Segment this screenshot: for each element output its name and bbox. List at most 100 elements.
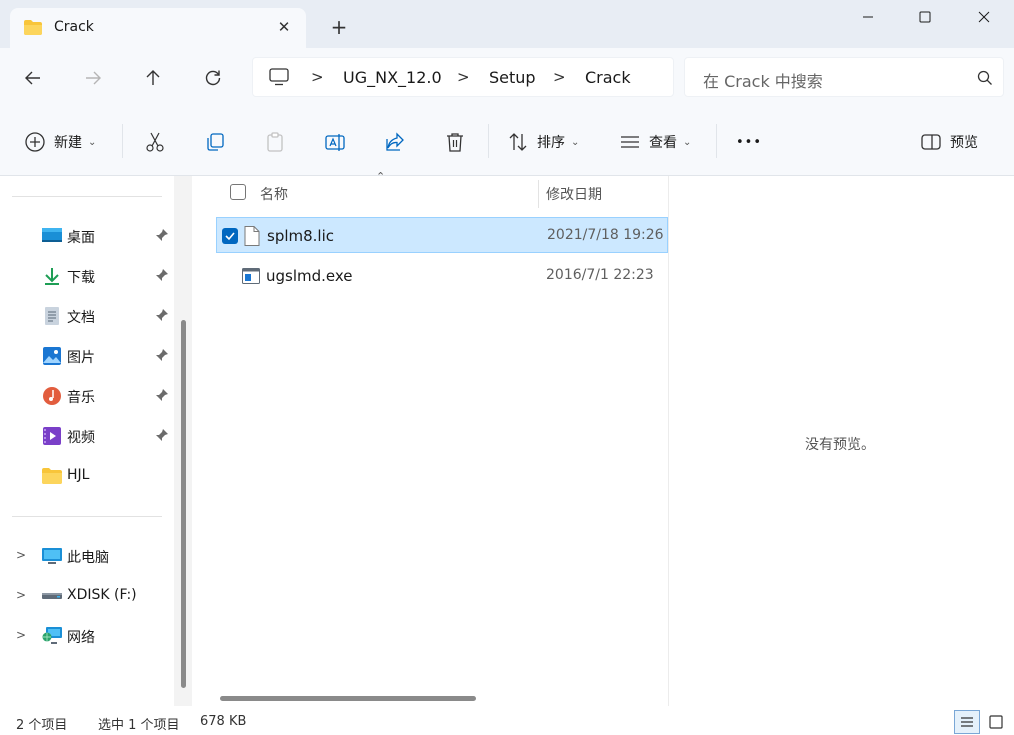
delete-button[interactable]: [444, 128, 466, 156]
chevron-down-icon: ⌄: [571, 136, 580, 148]
close-window-button[interactable]: [961, 0, 1007, 34]
new-button[interactable]: 新建 ⌄: [24, 128, 96, 156]
network-icon: [42, 627, 62, 644]
search-icon: [977, 70, 992, 85]
videos-icon: [43, 427, 61, 445]
large-icons-view-button[interactable]: [983, 710, 1009, 734]
breadcrumb-setup[interactable]: Setup: [489, 68, 536, 87]
details-view-icon: [961, 717, 973, 727]
tab-title: Crack: [54, 19, 94, 35]
desktop-icon: [42, 228, 62, 242]
pin-icon[interactable]: [155, 308, 169, 322]
file-list-horizontal-scrollbar[interactable]: [220, 696, 476, 701]
item-count: 2 个项目: [16, 718, 68, 733]
share-button[interactable]: [384, 128, 406, 156]
table-row[interactable]: splm8.lic 2021/7/18 19:26: [216, 217, 668, 253]
selection-size: 678 KB: [200, 714, 247, 729]
paste-button[interactable]: [264, 128, 286, 156]
sort-button-label: 排序: [537, 135, 565, 151]
sidebar-item-desktop[interactable]: 桌面: [0, 218, 175, 254]
chevron-right-icon[interactable]: >: [16, 548, 26, 562]
preview-pane-button[interactable]: 预览: [920, 128, 978, 156]
row-checkbox[interactable]: [222, 228, 238, 244]
sidebar-item-network[interactable]: > 网络: [0, 618, 175, 654]
breadcrumb-separator[interactable]: >: [311, 68, 324, 86]
toolbar-divider: [488, 124, 489, 158]
breadcrumb-crack[interactable]: Crack: [585, 68, 631, 87]
clipboard-icon: [267, 132, 283, 152]
new-tab-button[interactable]: +: [328, 16, 350, 38]
select-all-checkbox[interactable]: [230, 176, 246, 208]
close-icon: [978, 11, 990, 23]
folder-icon: [24, 20, 42, 35]
cut-button[interactable]: [144, 128, 166, 156]
sidebar-item-videos[interactable]: 视频: [0, 418, 175, 454]
file-modified: 2021/7/18 19:26: [547, 227, 664, 243]
table-row[interactable]: ugslmd.exe 2016/7/1 22:23: [216, 258, 668, 294]
file-name: splm8.lic: [267, 227, 335, 245]
breadcrumb-separator[interactable]: >: [553, 68, 566, 86]
sidebar-item-hjl[interactable]: HJL: [0, 458, 175, 494]
search-box[interactable]: 在 Crack 中搜索: [684, 57, 1004, 97]
nav-divider: [12, 196, 162, 197]
tab-crack[interactable]: Crack ✕: [10, 8, 306, 48]
computer-icon: [269, 68, 289, 86]
breadcrumb-separator[interactable]: >: [457, 68, 470, 86]
details-view-button[interactable]: [954, 710, 980, 734]
sidebar-item-label: 下载: [67, 270, 95, 286]
new-button-label: 新建: [54, 135, 82, 151]
copy-button[interactable]: [204, 128, 226, 156]
pin-icon[interactable]: [155, 388, 169, 402]
sidebar-item-documents[interactable]: 文档: [0, 298, 175, 334]
nav-scrollbar-thumb[interactable]: [181, 320, 186, 688]
command-bar: 新建 ⌄ 排序 ⌄ 查看 ⌄ ••• 预览: [0, 106, 1014, 176]
title-bar: Crack ✕ +: [0, 0, 1014, 48]
sort-button[interactable]: 排序 ⌄: [507, 128, 579, 156]
view-button-label: 查看: [649, 135, 677, 151]
refresh-button[interactable]: [200, 65, 226, 91]
share-icon: [386, 132, 404, 151]
column-separator[interactable]: [538, 180, 539, 208]
exe-file-icon: [242, 268, 260, 284]
maximize-button[interactable]: [902, 0, 948, 34]
search-input[interactable]: 在 Crack 中搜索: [703, 68, 823, 92]
sidebar-item-label: 视频: [67, 430, 95, 446]
sidebar-item-xdisk[interactable]: > XDISK (F:): [0, 578, 175, 614]
sidebar-item-downloads[interactable]: 下载: [0, 258, 175, 294]
sidebar-item-music[interactable]: 音乐: [0, 378, 175, 414]
breadcrumb-ug-nx[interactable]: UG_NX_12.0: [343, 68, 442, 87]
refresh-icon: [205, 70, 221, 86]
minimize-icon: [863, 16, 873, 18]
chevron-right-icon[interactable]: >: [16, 588, 26, 602]
checkmark-icon: [225, 232, 235, 241]
sidebar-item-this-pc[interactable]: > 此电脑: [0, 538, 175, 574]
minimize-button[interactable]: [845, 0, 891, 34]
arrow-up-icon: [146, 70, 160, 85]
pin-icon[interactable]: [155, 268, 169, 282]
folder-icon: [42, 468, 62, 484]
view-button[interactable]: 查看 ⌄: [619, 128, 691, 156]
pin-icon[interactable]: [155, 228, 169, 242]
more-options-button[interactable]: •••: [736, 128, 762, 156]
file-name: ugslmd.exe: [266, 267, 353, 285]
preview-button-label: 预览: [950, 135, 978, 151]
back-button[interactable]: [20, 65, 46, 91]
sidebar-item-pictures[interactable]: 图片: [0, 338, 175, 374]
column-header-modified[interactable]: 修改日期: [546, 184, 602, 216]
rename-button[interactable]: [324, 128, 346, 156]
status-bar: 2 个项目 选中 1 个项目 678 KB: [0, 706, 1014, 735]
pin-icon[interactable]: [155, 348, 169, 362]
checkbox-box[interactable]: [230, 184, 246, 200]
documents-icon: [45, 307, 59, 325]
sidebar-item-label: XDISK (F:): [67, 587, 137, 603]
sort-icon: [509, 133, 527, 151]
up-button[interactable]: [140, 65, 166, 91]
pin-icon[interactable]: [155, 428, 169, 442]
sidebar-item-label: 此电脑: [67, 550, 109, 566]
address-bar[interactable]: > UG_NX_12.0 > Setup > Crack: [252, 57, 674, 97]
tab-close-button[interactable]: ✕: [274, 17, 294, 37]
column-header-name[interactable]: 名称: [260, 184, 288, 216]
forward-button[interactable]: [80, 65, 106, 91]
chevron-right-icon[interactable]: >: [16, 628, 26, 642]
preview-pane: 没有预览。: [668, 176, 1014, 706]
